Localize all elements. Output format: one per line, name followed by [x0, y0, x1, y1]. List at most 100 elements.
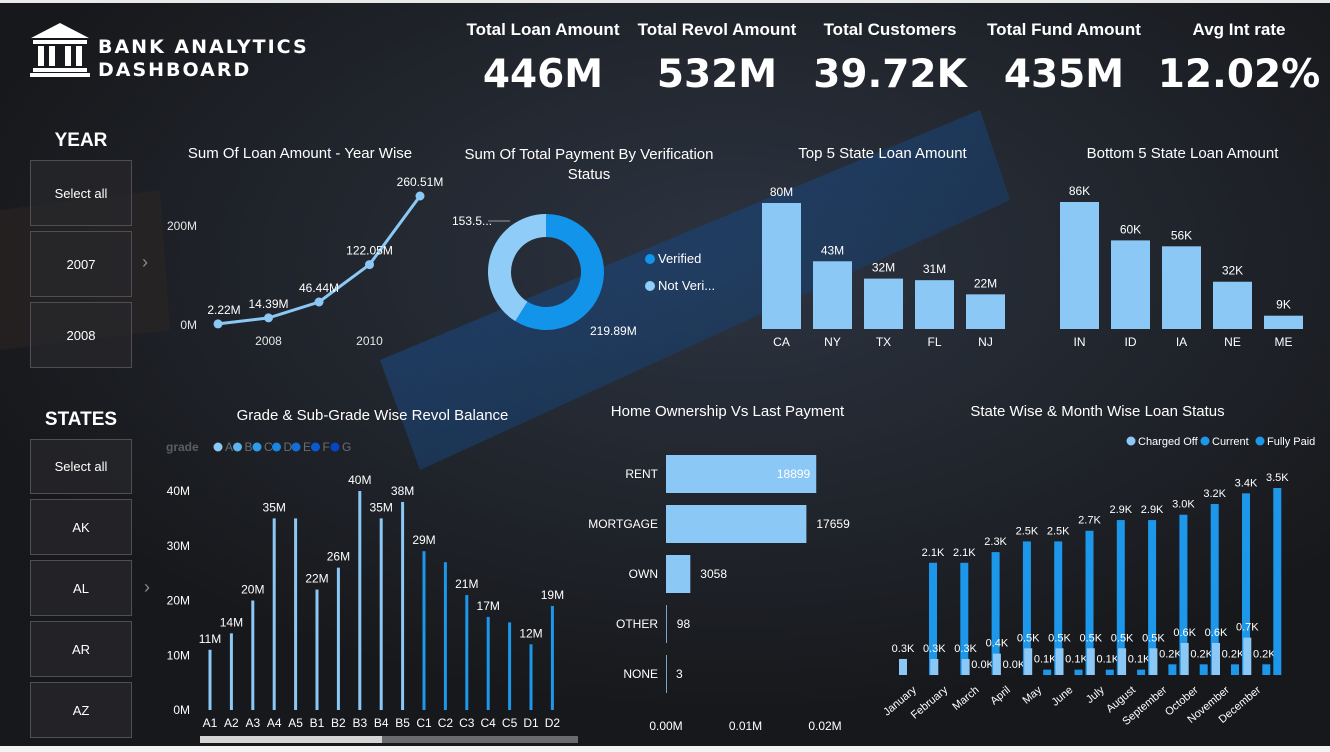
legend-label: D	[284, 440, 293, 454]
category-label: RENT	[625, 467, 658, 481]
category-label: CA	[773, 335, 790, 349]
data-label: 2.1K	[953, 547, 976, 559]
data-label: 0.7K	[1236, 622, 1259, 634]
legend-label: G	[342, 440, 351, 454]
chevron-right-icon[interactable]: ›	[142, 252, 148, 273]
data-label: 0.3K	[954, 643, 977, 655]
kpi-avg-int-rate: Avg Int rate 12.02%	[1154, 18, 1324, 98]
data-label: 35M	[370, 500, 393, 514]
legend-marker	[311, 442, 320, 452]
kpi-value: 446M	[482, 52, 604, 97]
year-slicer-item[interactable]: Select all	[30, 160, 132, 226]
legend-marker	[330, 442, 340, 452]
data-label: 0.5K	[1079, 632, 1102, 644]
data-point	[365, 260, 374, 270]
verification-donut-chart: 219.89M 153.5... Verified Not Veri...	[452, 214, 715, 338]
bar	[315, 589, 319, 710]
dashboard-title: BANK ANALYTICS DASHBOARD	[98, 36, 309, 82]
chevron-right-icon[interactable]: ›	[144, 577, 150, 598]
legend-label: Charged Off	[1138, 436, 1199, 448]
data-label: 32K	[1222, 264, 1243, 278]
data-label: 46.44M	[299, 281, 339, 295]
kpi-label: Total Customers	[823, 20, 957, 39]
chart-title-year-line: Sum Of Loan Amount - Year Wise	[187, 145, 413, 162]
category-label: April	[988, 684, 1013, 707]
data-label: 35M	[263, 500, 286, 514]
bottom5-bar-chart: 86K IN 60K ID 56K IA 32K NE 9K ME	[1060, 184, 1303, 349]
category-label: July	[1084, 684, 1107, 706]
data-label: 3.5K	[1266, 472, 1289, 484]
legend-label: Not Veri...	[658, 278, 715, 293]
bar	[422, 551, 426, 710]
data-label: 31M	[923, 262, 946, 276]
states-slicer-item[interactable]: Select all	[30, 439, 132, 494]
data-label: 26M	[327, 550, 350, 564]
category-label: B1	[310, 716, 325, 730]
legend-label: C	[264, 440, 273, 454]
bar	[813, 261, 852, 329]
data-label: 0.2K	[1222, 648, 1245, 660]
chart-title-top5: Top 5 State Loan Amount	[798, 145, 967, 162]
kpi-label: Total Loan Amount	[466, 20, 620, 39]
category-label: March	[950, 684, 981, 713]
data-label: 0.1K	[1065, 654, 1088, 666]
month-status-bar-chart: Charged Off Current Fully Paid0.3K2.1KJanu…	[881, 436, 1315, 728]
year-slicer-item[interactable]: 2007	[30, 231, 132, 297]
bar	[666, 555, 691, 593]
bar	[379, 518, 383, 710]
legend-label: F	[323, 440, 330, 454]
year-slicer-item[interactable]: 2008	[30, 302, 132, 368]
bar	[960, 562, 969, 675]
states-slicer-item[interactable]: AK	[30, 499, 132, 555]
data-point	[213, 319, 223, 329]
page-bottom-bar	[0, 746, 1330, 752]
bar	[1060, 202, 1099, 329]
states-slicer-item[interactable]: AR	[30, 621, 132, 677]
data-label: 260.51M	[397, 175, 444, 189]
bar	[272, 518, 276, 710]
chart-title-bottom5: Bottom 5 State Loan Amount	[1086, 145, 1279, 162]
legend-marker	[645, 254, 655, 264]
data-point	[314, 297, 324, 307]
states-slicer-item[interactable]: AL	[30, 560, 132, 616]
data-label: 3.4K	[1235, 477, 1258, 489]
data-label: 43M	[821, 243, 844, 257]
data-label: 0.3K	[923, 643, 946, 655]
category-label: D2	[545, 716, 561, 730]
dashboard-title-line1: BANK ANALYTICS	[98, 36, 309, 58]
bar	[1273, 488, 1282, 675]
legend-marker	[1126, 436, 1136, 446]
category-label: IN	[1074, 335, 1086, 349]
bar	[443, 562, 447, 710]
data-label: 0.6K	[1173, 627, 1196, 639]
data-label: 0.3K	[892, 643, 915, 655]
legend-label: B	[245, 440, 253, 454]
data-label: 3	[676, 667, 683, 681]
category-label: D1	[523, 716, 539, 730]
bar	[1199, 664, 1208, 675]
bar	[336, 567, 340, 710]
kpi-total-customers: Total Customers 39.72K	[805, 18, 975, 98]
legend-label: E	[303, 440, 311, 454]
bar	[1180, 642, 1189, 675]
data-label: 22M	[974, 276, 997, 290]
kpi-label: Total Revol Amount	[637, 20, 797, 39]
data-label: 0.1K	[1034, 654, 1057, 666]
bar	[930, 658, 939, 675]
x-tick-label: 0.01M	[729, 719, 762, 733]
bar	[486, 616, 490, 710]
states-slicer-item[interactable]: AZ	[30, 682, 132, 738]
bar	[1212, 642, 1220, 675]
bar	[929, 562, 937, 675]
scrollbar-thumb[interactable]	[200, 736, 382, 743]
bar	[1162, 246, 1201, 329]
x-tick-label: 2008	[255, 334, 282, 348]
donut-slice	[488, 214, 546, 322]
data-label: 29M	[412, 533, 435, 547]
bar	[550, 605, 554, 710]
category-label: ID	[1125, 335, 1137, 349]
states-slicer-title: STATES	[44, 409, 118, 430]
data-label: 40M	[348, 473, 371, 487]
bar	[1111, 240, 1150, 329]
horizontal-scrollbar[interactable]	[200, 736, 578, 743]
